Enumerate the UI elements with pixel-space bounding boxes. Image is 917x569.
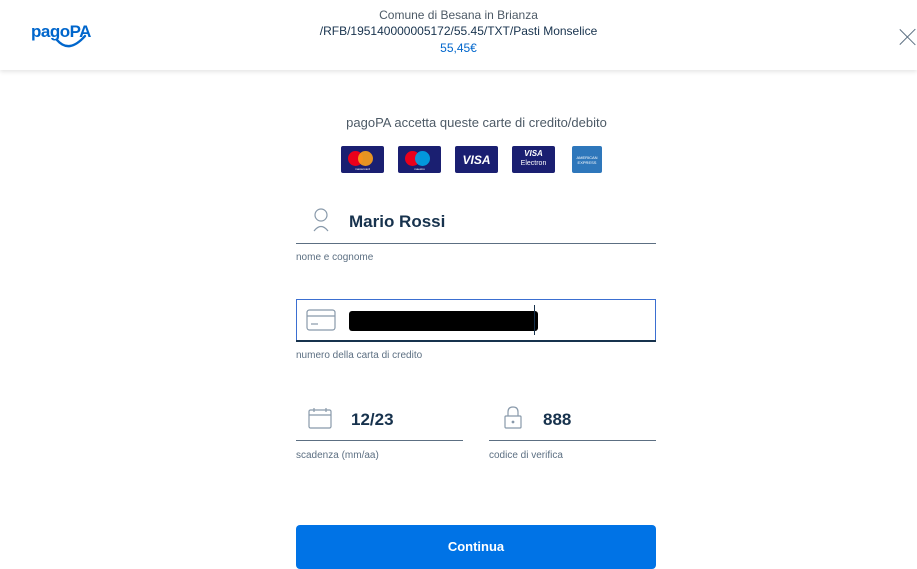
accepted-cards-title: pagoPA accetta queste carte di credito/d… (346, 115, 607, 130)
user-icon (313, 208, 329, 232)
visa-electron-logo: VISA Electron (512, 146, 555, 173)
expiry-label: scadenza (mm/aa) (296, 450, 379, 461)
expiry-value: 12/23 (351, 410, 394, 429)
visa-logo: VISA (455, 146, 498, 173)
expiry-field[interactable]: 12/23 (296, 398, 463, 441)
name-value: Mario Rossi (349, 212, 446, 231)
header-bar: pagoPA Comune di Besana in Brianza /RFB/… (0, 0, 917, 70)
name-field[interactable]: Mario Rossi (296, 201, 656, 244)
cvv-label: codice di verifica (489, 450, 563, 461)
close-icon[interactable] (899, 24, 917, 48)
payment-summary: Comune di Besana in Brianza /RFB/1951400… (0, 7, 917, 57)
cvv-field[interactable]: 888 (489, 398, 656, 441)
american-express-logo: AMERICAN EXPRESS (572, 146, 602, 173)
continue-button[interactable]: Continua (296, 525, 656, 569)
mastercard-logo: mastercard (341, 146, 384, 173)
payment-amount: 55,45€ (440, 41, 477, 55)
cvv-value: 888 (543, 410, 572, 429)
card-number-redacted (349, 311, 538, 331)
lock-icon (504, 406, 522, 429)
creditor-name: Comune di Besana in Brianza (379, 8, 538, 22)
maestro-logo: maestro (398, 146, 441, 173)
credit-card-icon (306, 309, 336, 331)
name-label: nome e cognome (296, 252, 374, 263)
calendar-icon (308, 408, 332, 429)
card-number-input[interactable] (296, 299, 656, 342)
card-number-label: numero della carta di credito (296, 350, 423, 361)
text-caret (534, 305, 535, 335)
payment-reference: /RFB/195140000005172/55.45/TXT/Pasti Mon… (319, 24, 598, 38)
